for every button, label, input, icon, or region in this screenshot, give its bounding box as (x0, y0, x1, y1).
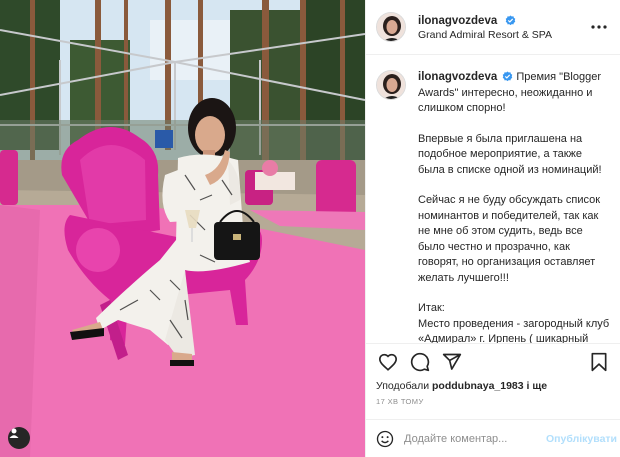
caption-paragraph: Сейчас я не буду обсуждать список номина… (418, 194, 601, 284)
post-caption: ilonagvozdeva Премия "Blogger Awards" ин… (418, 70, 611, 343)
user-tag-button[interactable] (8, 427, 30, 449)
likes-user-link[interactable]: poddubnaya_1983 (432, 380, 524, 392)
post-timestamp[interactable]: 17 хв тому (366, 393, 620, 406)
post-header: ilonagvozdeva Grand Admiral Resort & SPA (366, 0, 620, 55)
caption-username[interactable]: ilonagvozdeva (418, 71, 497, 83)
post-comment-button[interactable]: Опублікувати (546, 433, 617, 445)
action-bar (366, 344, 620, 380)
caption-paragraph: ilonagvozdeva Премия "Blogger Awards" ин… (418, 70, 611, 117)
verified-badge-icon (502, 71, 513, 82)
comment-input[interactable] (404, 432, 546, 445)
comment-icon (410, 352, 430, 372)
bookmark-icon (591, 352, 607, 372)
post-side-panel: ilonagvozdeva Grand Admiral Resort & SPA (365, 0, 620, 457)
post-photo[interactable] (0, 0, 365, 457)
author-avatar[interactable] (376, 12, 406, 42)
more-options-icon (591, 25, 607, 29)
caption-avatar[interactable] (376, 70, 406, 100)
comment-button[interactable] (408, 350, 432, 374)
share-button[interactable] (440, 350, 464, 374)
post-actions-section: Уподобали poddubnaya_1983 і ще 17 хв том… (366, 343, 620, 406)
likes-prefix: Уподобали (376, 380, 430, 392)
post-location[interactable]: Grand Admiral Resort & SPA (418, 28, 588, 42)
photo-scene (0, 0, 365, 457)
avatar-image (377, 71, 405, 99)
comments-area[interactable]: ilonagvozdeva Премия "Blogger Awards" ин… (366, 56, 620, 343)
caption-paragraph: Итак: Место проведения - загородный клуб… (418, 302, 610, 343)
likes-others-link[interactable]: і ще (527, 380, 548, 392)
add-comment-bar: Опублікувати (366, 419, 620, 457)
smiley-icon (376, 430, 394, 447)
user-tag-icon (9, 428, 19, 438)
avatar-image (377, 13, 405, 41)
emoji-button[interactable] (376, 429, 394, 449)
caption-row: ilonagvozdeva Премия "Blogger Awards" ин… (376, 70, 611, 343)
save-button[interactable] (587, 350, 611, 374)
likes-line: Уподобали poddubnaya_1983 і ще (366, 380, 620, 393)
author-username[interactable]: ilonagvozdeva (418, 15, 497, 27)
heart-icon (378, 353, 398, 371)
header-meta: ilonagvozdeva Grand Admiral Resort & SPA (418, 13, 588, 42)
like-button[interactable] (376, 350, 400, 374)
instagram-post: ilonagvozdeva Grand Admiral Resort & SPA (0, 0, 620, 457)
paper-plane-icon (442, 353, 462, 370)
caption-paragraph: Впервые я была приглашена на подобное ме… (418, 132, 602, 176)
verified-badge-icon (505, 14, 515, 25)
more-options-button[interactable] (588, 17, 610, 37)
